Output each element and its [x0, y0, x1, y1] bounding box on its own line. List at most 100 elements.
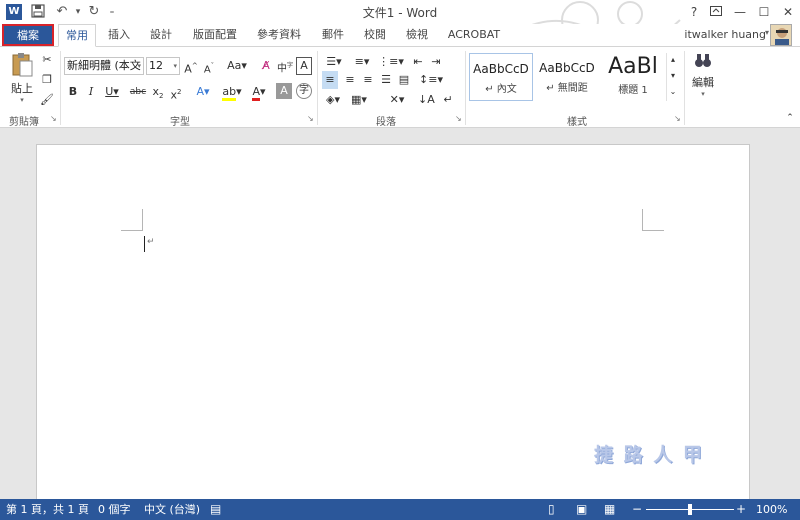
paste-icon [12, 53, 33, 77]
tab-layout[interactable]: 版面配置 [186, 24, 244, 46]
paste-button[interactable]: 貼上 ▾ [8, 51, 36, 107]
zoom-level[interactable]: 100% [756, 499, 787, 520]
tab-mailings[interactable]: 郵件 [314, 24, 352, 46]
numbering-icon[interactable]: ≡▾ [350, 53, 374, 71]
borders-icon[interactable]: ▦▾ [348, 91, 370, 109]
help-button[interactable]: ? [684, 3, 704, 21]
customize-qat-icon[interactable]: ₌ [104, 4, 120, 20]
format-painter-icon[interactable]: 🖌 [40, 91, 54, 109]
styles-scroll-up-icon[interactable]: ▴ [667, 53, 679, 67]
multilevel-list-icon[interactable]: ⋮≡▾ [378, 53, 404, 71]
word-count[interactable]: 0 個字 [98, 499, 131, 520]
change-case-icon[interactable]: Aa▾ [224, 57, 250, 75]
font-name-value: 新細明體 (本文 [67, 59, 141, 72]
save-icon[interactable] [30, 4, 46, 20]
character-border-icon[interactable]: A [296, 57, 312, 75]
tab-insert[interactable]: 插入 [100, 24, 138, 46]
font-launcher-icon[interactable]: ↘ [307, 115, 315, 123]
maximize-button[interactable]: ☐ [754, 3, 774, 21]
asian-layout-icon[interactable]: ✕▾ [384, 91, 410, 109]
subscript-icon[interactable]: x2 [150, 83, 166, 101]
macro-record-icon[interactable]: ▤ [210, 499, 221, 520]
undo-icon[interactable]: ↶ [54, 4, 70, 20]
underline-icon[interactable]: U▾ [102, 83, 122, 101]
zoom-in-icon[interactable]: + [736, 499, 746, 520]
bullets-icon[interactable]: ☰▾ [322, 53, 346, 71]
distributed-icon[interactable]: ▤ [396, 71, 412, 89]
clear-formatting-icon[interactable]: A̸ [258, 57, 274, 75]
decrease-indent-icon[interactable]: ⇤ [410, 53, 426, 71]
language-indicator[interactable]: 中文 (台灣) [144, 499, 200, 520]
style-normal-name: ↵ 內文 [485, 84, 517, 95]
ribbon-display-options-icon[interactable] [706, 3, 726, 21]
user-avatar[interactable] [770, 24, 792, 46]
tab-acrobat[interactable]: ACROBAT [442, 24, 506, 46]
text-effects-icon[interactable]: A▾ [192, 83, 214, 101]
font-size-combo[interactable]: 12 ▾ [146, 57, 180, 75]
vertical-scrollbar[interactable] [784, 128, 800, 499]
styles-scroll-down-icon[interactable]: ▾ [667, 69, 679, 83]
justify-icon[interactable]: ☰ [378, 71, 394, 89]
styles-more-icon[interactable]: ⌄ [667, 85, 679, 99]
clipboard-launcher-icon[interactable]: ↘ [50, 115, 58, 123]
ribbon: 貼上 ▾ ✂ ❐ 🖌 剪貼簿 ↘ 新細明體 (本文 ▾ 12 ▾ A^ Aˇ Aa▾… [0, 46, 800, 128]
font-color-icon[interactable]: A▾ [248, 83, 270, 101]
web-layout-icon[interactable]: ▦ [604, 499, 615, 520]
zoom-slider-thumb[interactable] [688, 504, 692, 515]
increase-indent-icon[interactable]: ⇥ [428, 53, 444, 71]
copy-icon[interactable]: ❐ [40, 71, 54, 89]
style-normal[interactable]: AaBbCcD ↵ 內文 [469, 53, 533, 101]
read-mode-icon[interactable]: ▯ [548, 499, 555, 520]
align-right-icon[interactable]: ≡ [360, 71, 376, 89]
close-button[interactable]: ✕ [778, 3, 798, 21]
tab-references[interactable]: 參考資料 [250, 24, 308, 46]
strikethrough-icon[interactable]: abc [128, 83, 148, 101]
editing-dropdown-icon[interactable]: ▾ [690, 90, 716, 98]
show-hide-marks-icon[interactable]: ↵ [440, 91, 456, 109]
editing-button[interactable]: 編輯 ▾ [690, 51, 716, 109]
align-center-icon[interactable]: ≡ [342, 71, 358, 89]
user-dropdown-icon[interactable]: ▾ [765, 28, 769, 37]
line-spacing-icon[interactable]: ↕≡▾ [418, 71, 444, 89]
minimize-button[interactable]: — [730, 3, 750, 21]
paragraph-mark-icon: ↵ [147, 237, 155, 247]
grow-font-icon[interactable]: A^ [183, 57, 199, 76]
superscript-icon[interactable]: x2 [168, 83, 184, 102]
page-count[interactable]: 第 1 頁，共 1 頁 [6, 499, 89, 520]
user-account-name[interactable]: itwalker huang [684, 28, 766, 41]
collapse-ribbon-icon[interactable]: ⌃ [784, 109, 796, 127]
undo-dropdown-icon[interactable]: ▾ [70, 4, 86, 20]
print-layout-icon[interactable]: ▣ [576, 499, 587, 520]
tab-home[interactable]: 常用 [58, 24, 96, 47]
italic-icon[interactable]: I [84, 83, 98, 101]
margin-mark-top-right [642, 209, 664, 231]
styles-launcher-icon[interactable]: ↘ [674, 115, 682, 123]
document-workspace[interactable]: ↵ 捷 路 人 甲 [0, 128, 800, 504]
highlight-color-icon[interactable]: ab▾ [220, 83, 244, 101]
font-name-combo[interactable]: 新細明體 (本文 ▾ [64, 57, 144, 75]
phonetic-guide-icon[interactable]: 中字 [276, 57, 294, 75]
group-separator [465, 51, 466, 125]
shrink-font-icon[interactable]: Aˇ [201, 57, 217, 75]
cut-icon[interactable]: ✂ [40, 51, 54, 69]
redo-icon[interactable]: ↻ [86, 4, 102, 20]
bold-icon[interactable]: B [66, 83, 80, 101]
tab-design[interactable]: 設計 [142, 24, 180, 46]
tab-view[interactable]: 檢視 [398, 24, 436, 46]
align-left-icon[interactable]: ≡ [322, 71, 338, 89]
style-heading-1[interactable]: AaBl 標題 1 [601, 53, 665, 101]
style-no-spacing[interactable]: AaBbCcD ↵ 無間距 [535, 53, 599, 101]
file-tab[interactable]: 檔案 [2, 24, 54, 46]
paragraph-launcher-icon[interactable]: ↘ [455, 115, 463, 123]
style-heading-1-sample: AaBl [608, 54, 658, 79]
enclose-characters-icon[interactable]: 字 [296, 83, 312, 99]
paragraph-group-label: 段落 [376, 117, 396, 128]
tab-review[interactable]: 校閱 [356, 24, 394, 46]
word-app-icon[interactable]: W [6, 4, 22, 20]
zoom-out-icon[interactable]: − [632, 499, 642, 520]
styles-scroll: ▴ ▾ ⌄ [666, 53, 678, 101]
paste-dropdown-icon[interactable]: ▾ [8, 96, 36, 104]
character-shading-icon[interactable]: A [276, 83, 292, 99]
shading-icon[interactable]: ◈▾ [322, 91, 344, 109]
sort-icon[interactable]: ↓A [418, 91, 435, 109]
